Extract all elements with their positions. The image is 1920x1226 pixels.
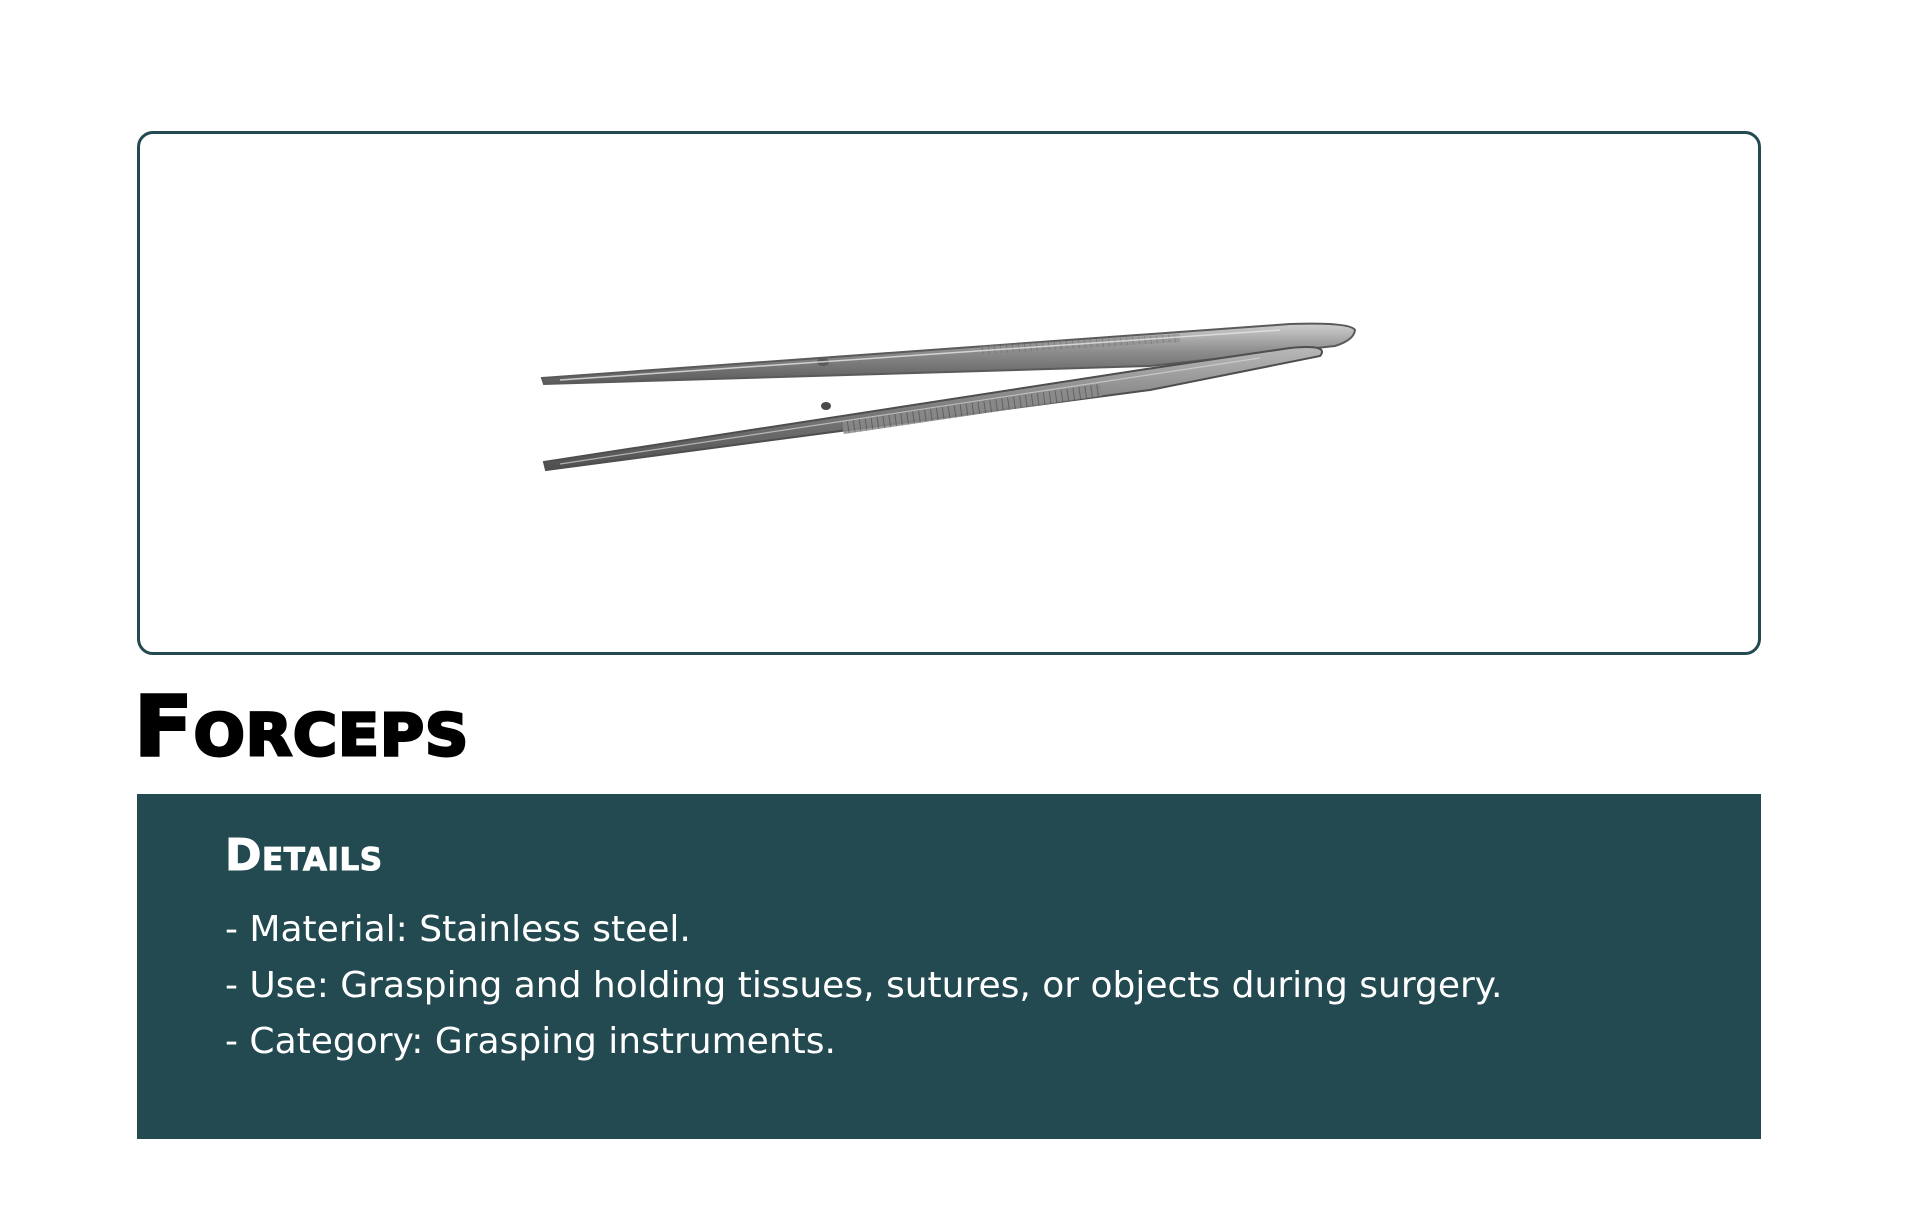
details-item-material: - Material: Stainless steel.: [225, 909, 691, 950]
details-heading: Details: [225, 830, 383, 881]
forceps-image: [540, 322, 1357, 472]
product-image-frame: [137, 131, 1761, 655]
details-item-category: - Category: Grasping instruments.: [225, 1021, 836, 1062]
details-panel: Details - Material: Stainless steel. - U…: [137, 794, 1761, 1139]
page-title: Forceps: [132, 679, 470, 776]
details-list: - Material: Stainless steel. - Use: Gras…: [225, 902, 1502, 1070]
details-item-use: - Use: Grasping and holding tissues, sut…: [225, 965, 1503, 1006]
